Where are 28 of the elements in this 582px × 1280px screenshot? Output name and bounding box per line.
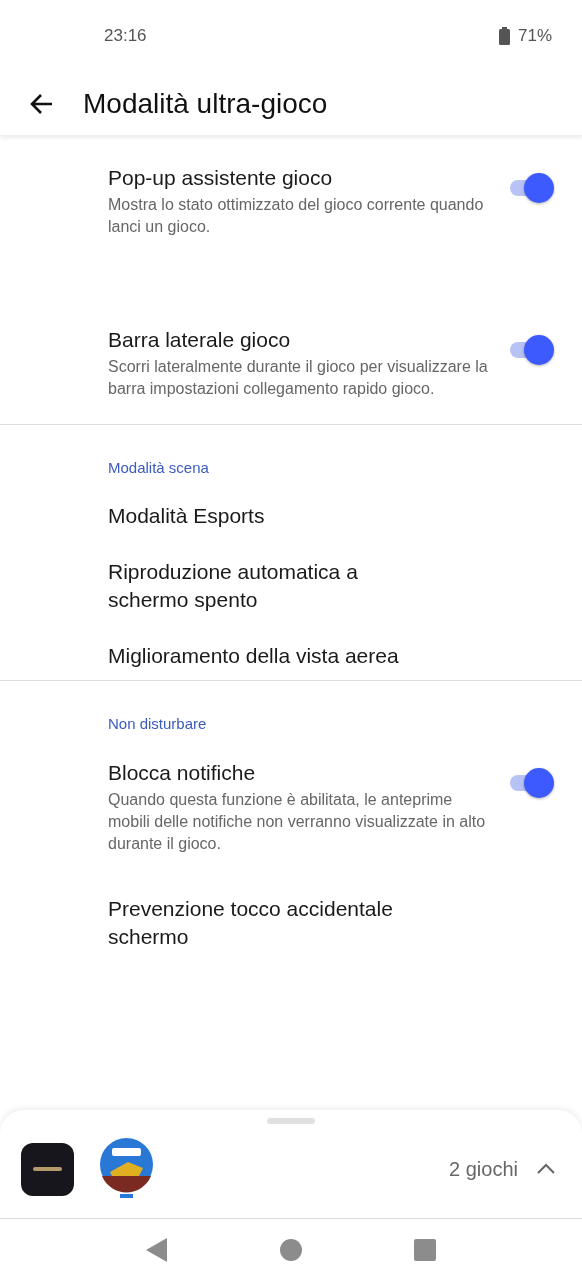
- expand-icon[interactable]: [536, 1163, 556, 1175]
- setting-description: Quando questa funzione è abilitata, le anteprime mobili delle notifiche non verranno visualizzate in alto durante il gioco.: [108, 790, 487, 854]
- setting-description: Mostra lo stato ottimizzato del gioco corrente quando lanci un gioco.: [108, 195, 485, 237]
- setting-title: Prevenzione tocco accidentale schermo: [108, 896, 394, 950]
- battery-percentage: 71%: [517, 25, 552, 48]
- setting-title: Modalità Esports: [108, 502, 265, 529]
- clock-text: 23:16: [104, 25, 147, 48]
- drag-handle[interactable]: [267, 1118, 315, 1124]
- game-count: 2 giochi: [449, 1157, 518, 1182]
- setting-title: Pop-up assistente gioco: [108, 165, 334, 191]
- section-heading: Non disturbare: [107, 713, 208, 734]
- app-icon[interactable]: [21, 1142, 74, 1196]
- app-icon[interactable]: [100, 1138, 153, 1200]
- back-nav-icon[interactable]: [146, 1237, 168, 1262]
- toggle-switch[interactable]: [508, 334, 554, 364]
- setting-title: Barra laterale gioco: [108, 327, 292, 353]
- recents-icon[interactable]: [414, 1238, 436, 1261]
- setting-title: Miglioramento della vista aerea: [108, 642, 399, 669]
- setting-title: Riproduzione automatica a schermo spento: [108, 558, 359, 613]
- page-title: Modalità ultra-gioco: [83, 86, 328, 121]
- home-icon[interactable]: [280, 1238, 302, 1261]
- battery-icon: [498, 27, 510, 45]
- toggle-switch[interactable]: [508, 172, 554, 202]
- back-icon[interactable]: [29, 92, 53, 115]
- section-heading: Modalità scena: [107, 458, 210, 478]
- setting-description: Scorri lateralmente durante il gioco per visualizzare la barra impostazioni collegamento rapido gioco.: [108, 357, 489, 399]
- toggle-switch[interactable]: [508, 767, 554, 797]
- setting-title: Blocca notifiche: [108, 760, 257, 786]
